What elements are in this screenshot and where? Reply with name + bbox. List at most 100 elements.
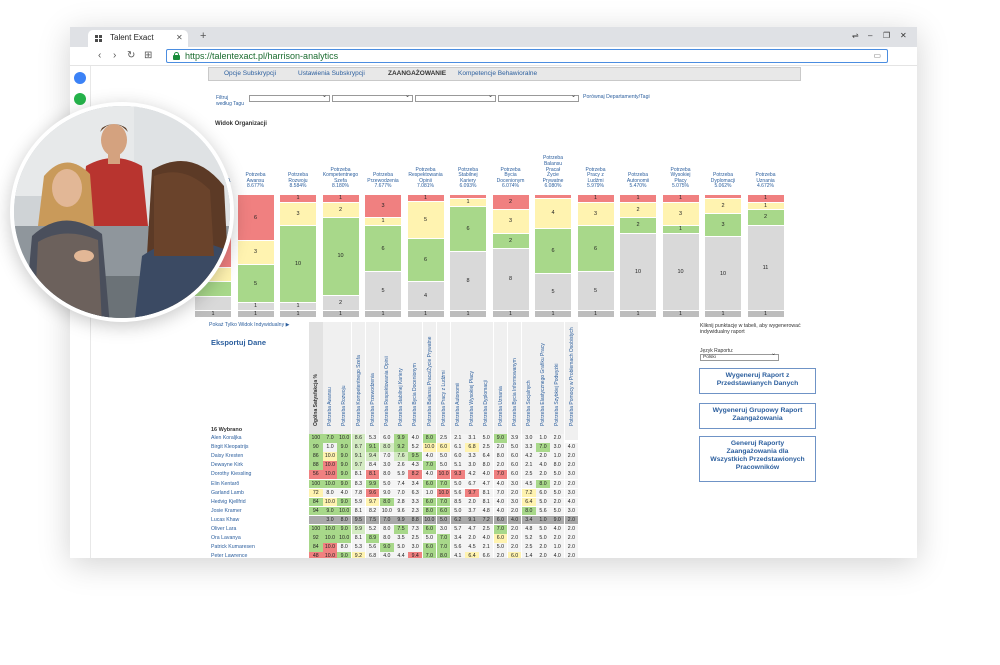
tag-select-3[interactable] <box>415 92 496 102</box>
score-cell[interactable]: 8.4 <box>365 461 380 470</box>
score-cell[interactable]: 3.4 <box>522 515 536 525</box>
stack-segment-gray[interactable] <box>195 295 231 310</box>
score-cell[interactable]: 1.0 <box>422 488 437 498</box>
stack-segment-green[interactable]: 6 <box>577 224 614 272</box>
score-cell[interactable]: 2.0 <box>536 470 550 479</box>
score-cell[interactable]: 4.0 <box>550 552 564 558</box>
table-column-header[interactable]: Potrzeba Stabilnej Kariery <box>398 368 404 426</box>
score-cell[interactable]: 7.4 <box>394 479 408 488</box>
score-cell[interactable]: 84 <box>309 497 323 507</box>
reload-icon[interactable]: ↻ <box>127 50 135 61</box>
table-column-header[interactable]: Potrzeba Respektowania Opinii <box>384 356 390 426</box>
score-cell[interactable]: 6.0 <box>436 443 451 452</box>
score-cell[interactable]: 9.7 <box>351 461 366 470</box>
stack-segment-red[interactable]: 1 <box>620 194 656 202</box>
score-cell[interactable]: 10.0 <box>436 488 451 498</box>
stack-segment-gray[interactable]: 10 <box>705 235 741 310</box>
score-cell[interactable]: 4.7 <box>465 525 479 534</box>
score-cell[interactable] <box>309 515 323 525</box>
employee-name[interactable]: Dorothy Kiessling <box>211 470 251 479</box>
score-cell[interactable]: 5.0 <box>536 534 550 543</box>
new-tab-button[interactable]: + <box>200 30 206 42</box>
score-cell[interactable]: 5.0 <box>422 534 437 543</box>
stack-segment-gray[interactable]: 4 <box>407 281 444 310</box>
table-column-header[interactable]: Potrzeba Socjalnych <box>526 380 532 426</box>
score-cell[interactable]: 9.1 <box>365 443 380 452</box>
score-cell[interactable]: 9.7 <box>465 488 479 498</box>
stack-segment-gray[interactable]: 8 <box>450 250 486 310</box>
score-cell[interactable]: 2.5 <box>522 470 536 479</box>
score-cell[interactable]: 2.0 <box>564 452 579 461</box>
score-cell[interactable]: 4.2 <box>522 452 536 461</box>
compare-link[interactable]: Porównaj Departamenty/Tagi <box>583 94 650 100</box>
score-cell[interactable]: 9.6 <box>365 488 380 498</box>
score-cell[interactable]: 7.3 <box>408 525 422 534</box>
score-cell[interactable]: 3.0 <box>522 434 536 443</box>
score-cell[interactable]: 2.0 <box>493 552 508 558</box>
org-column-header[interactable]: Potrzeba Dyplomacji 5.062% <box>703 173 743 190</box>
score-cell[interactable]: 7.5 <box>365 515 380 525</box>
score-cell[interactable]: 5.9 <box>394 470 408 479</box>
score-cell[interactable]: 100 <box>309 434 323 443</box>
score-cell[interactable]: 2.0 <box>564 515 579 525</box>
stack-segment-gray[interactable]: 8 <box>492 248 529 310</box>
stack-segment-red[interactable]: 2 <box>492 194 529 210</box>
table-column-header[interactable]: Ogólna Satysfakcja % <box>313 374 319 426</box>
org-column-header[interactable]: Potrzeba Stabilnej Kariery 6.093% <box>448 167 488 190</box>
table-column-header[interactable]: Potrzeba Kompetentnego Szefa <box>356 355 362 426</box>
score-cell[interactable]: 3.3 <box>408 497 422 507</box>
score-cell[interactable]: 9.2 <box>351 552 366 558</box>
stack-segment-gray[interactable]: 1 <box>237 302 274 310</box>
stack-segment-red[interactable]: 1 <box>747 194 784 202</box>
score-cell[interactable]: 2.5 <box>522 543 536 552</box>
score-cell[interactable]: 1.4 <box>522 552 536 558</box>
score-cell[interactable]: 9.0 <box>380 543 394 552</box>
org-column-header[interactable]: Potrzeba Respektowania Opinii 7.081% <box>406 167 446 190</box>
score-cell[interactable]: 8.0 <box>550 461 564 470</box>
score-cell[interactable]: 6.0 <box>422 525 437 534</box>
score-cell[interactable]: 7.0 <box>323 434 337 443</box>
stack-segment-gray[interactable]: 5 <box>577 271 614 310</box>
table-column-header[interactable]: Potrzeba Rozwoju <box>341 385 347 426</box>
score-cell[interactable]: 4.0 <box>493 497 508 507</box>
score-cell[interactable]: 3.0 <box>564 506 579 516</box>
employee-name[interactable]: Oliver Lara <box>211 525 236 534</box>
org-column-header[interactable]: Potrzeba Rozwoju 8.584% <box>278 173 318 190</box>
score-cell[interactable]: 6.8 <box>465 443 479 452</box>
score-cell[interactable]: 1.0 <box>323 443 337 452</box>
org-column-header[interactable]: Potrzeba Awansu 8.677% <box>236 173 276 190</box>
tab-behavioral-competencies[interactable]: Kompetencje Behawioralne <box>458 70 537 77</box>
score-cell[interactable]: 6.0 <box>507 552 522 558</box>
stack-segment-green[interactable]: 2 <box>620 217 656 233</box>
score-cell[interactable]: 94 <box>309 506 323 516</box>
score-cell[interactable]: 1.0 <box>536 515 550 525</box>
score-cell[interactable]: 9.0 <box>493 434 508 443</box>
score-cell[interactable]: 6.0 <box>507 461 522 470</box>
score-cell[interactable]: 6.0 <box>507 452 522 461</box>
score-cell[interactable]: 5.3 <box>365 434 380 443</box>
score-cell[interactable]: 5.6 <box>536 506 550 516</box>
score-cell[interactable]: 5.0 <box>451 479 465 488</box>
score-cell[interactable]: 10.0 <box>323 479 337 488</box>
stack-segment-green[interactable]: 2 <box>747 209 784 225</box>
stack-segment-red[interactable]: 6 <box>237 194 274 241</box>
score-cell[interactable]: 9.0 <box>337 443 351 452</box>
score-cell[interactable]: 8.2 <box>408 470 422 479</box>
stack-segment-yellow[interactable]: 2 <box>620 201 656 218</box>
score-cell[interactable]: 8.1 <box>365 470 380 479</box>
score-cell[interactable]: 6.0 <box>493 534 508 543</box>
org-column-header[interactable]: Potrzeba Wysokiej Płacy 5.075% <box>661 167 701 190</box>
score-cell[interactable]: 7.0 <box>380 452 394 461</box>
score-cell[interactable]: 2.0 <box>550 534 564 543</box>
menu-icon[interactable]: ⇌ <box>852 31 859 40</box>
employee-name[interactable]: Lucas Khaw <box>211 516 239 525</box>
score-cell[interactable]: 10.0 <box>323 552 337 558</box>
score-cell[interactable]: 7.0 <box>493 525 508 534</box>
score-cell[interactable]: 2.5 <box>479 443 493 452</box>
score-cell[interactable]: 6.1 <box>451 443 465 452</box>
score-cell[interactable]: 8.0 <box>536 479 550 488</box>
employee-name[interactable]: Peter Lawrence <box>211 552 247 558</box>
score-cell[interactable]: 8.7 <box>351 443 366 452</box>
score-cell[interactable]: 4.0 <box>493 479 508 488</box>
score-cell[interactable]: 3.0 <box>436 525 451 534</box>
